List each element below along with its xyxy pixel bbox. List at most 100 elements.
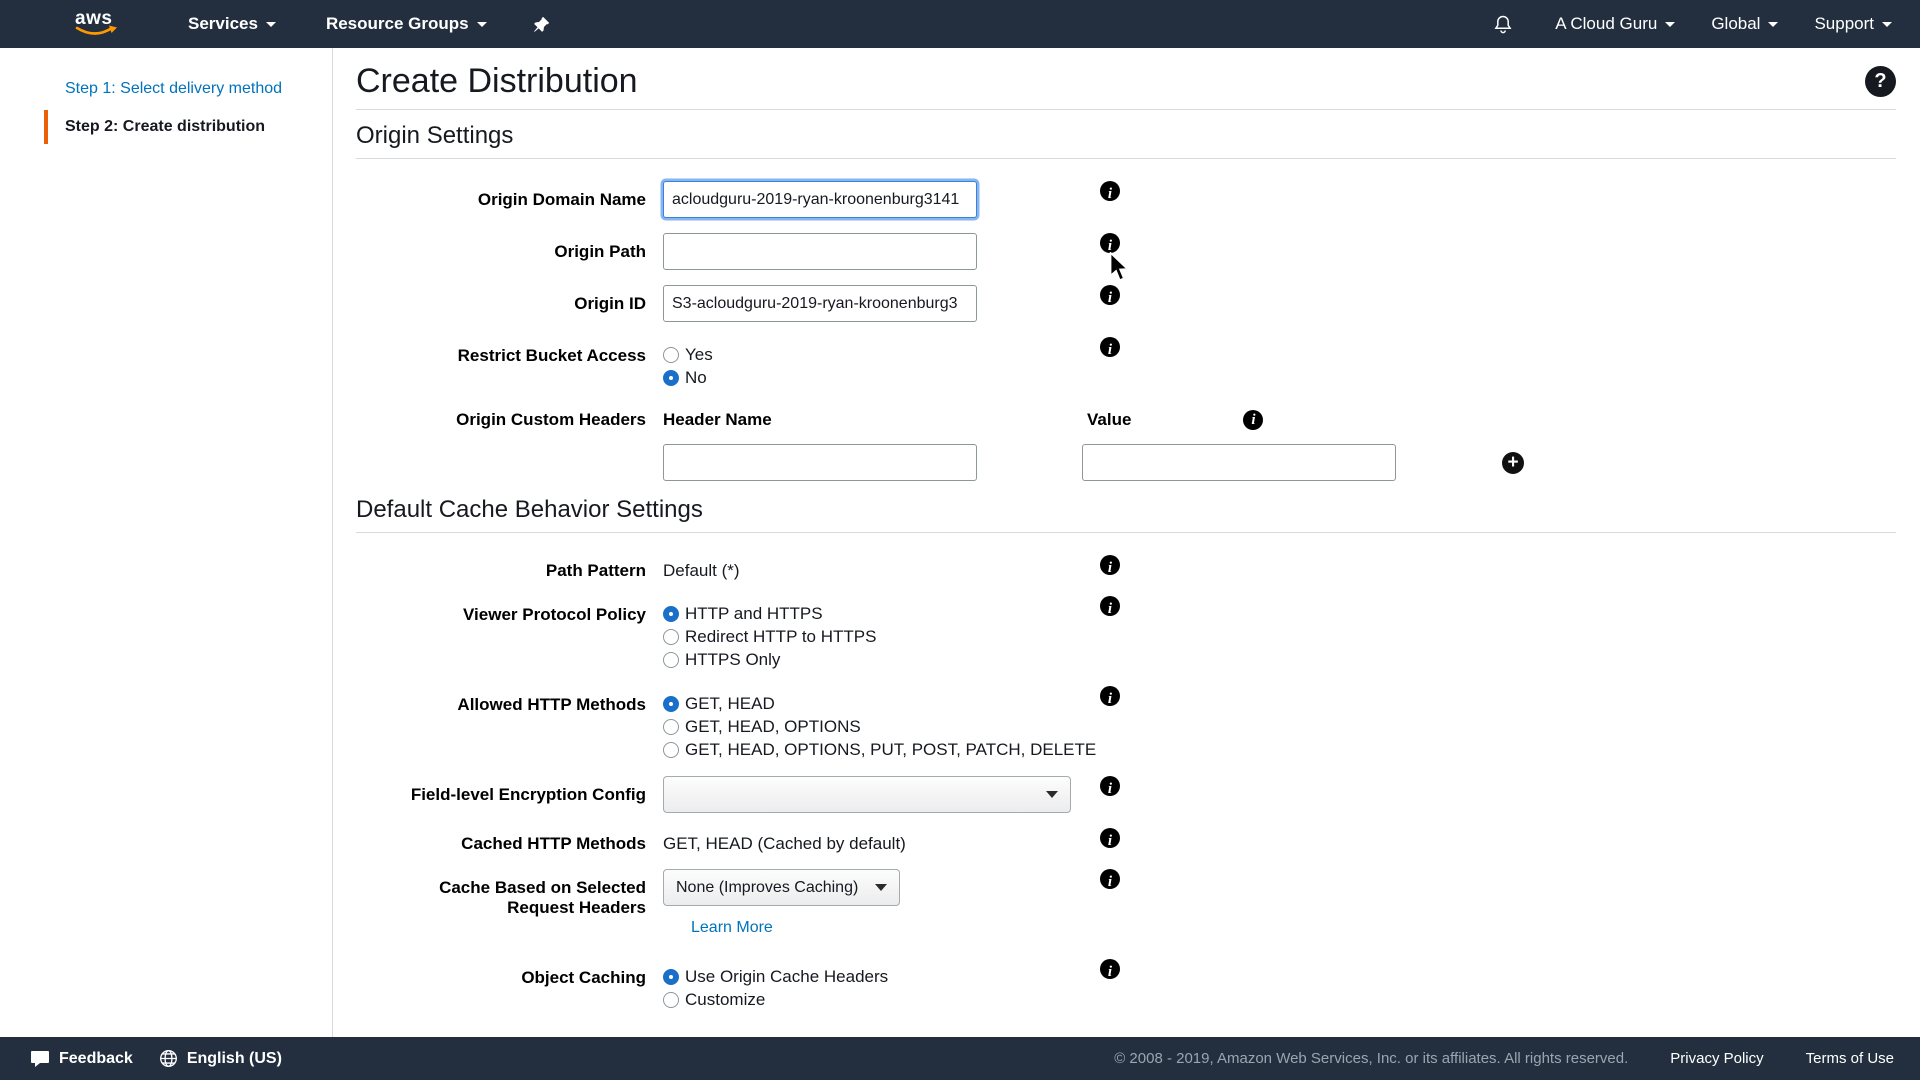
info-icon[interactable]: i: [1100, 959, 1120, 979]
viewer-policy-http-https-option[interactable]: HTTP and HTTPS: [663, 602, 1100, 625]
info-icon[interactable]: i: [1100, 828, 1120, 848]
object-caching-customize-option[interactable]: Customize: [663, 988, 1100, 1011]
restrict-bucket-access-row: Restrict Bucket Access Yes No i: [356, 337, 1896, 389]
origin-id-input[interactable]: [663, 285, 977, 322]
globe-icon: [159, 1049, 178, 1068]
info-icon[interactable]: i: [1100, 233, 1120, 253]
main-content: Create Distribution ? Origin Settings Or…: [334, 48, 1920, 1037]
nav-account-label: A Cloud Guru: [1555, 14, 1657, 34]
radio-label: Yes: [685, 345, 713, 365]
field-level-encryption-label: Field-level Encryption Config: [356, 776, 646, 805]
divider: [356, 532, 1896, 533]
chevron-down-icon: [1046, 791, 1058, 798]
info-icon[interactable]: i: [1100, 337, 1120, 357]
allowed-http-methods-row: Allowed HTTP Methods GET, HEAD GET, HEAD…: [356, 686, 1896, 761]
info-icon[interactable]: i: [1100, 686, 1120, 706]
radio-label: HTTP and HTTPS: [685, 604, 823, 624]
viewer-protocol-policy-label: Viewer Protocol Policy: [356, 596, 646, 625]
info-icon[interactable]: i: [1100, 776, 1120, 796]
nav-region-menu[interactable]: Global: [1711, 14, 1778, 34]
aws-logo[interactable]: aws: [72, 6, 124, 42]
cache-based-headers-label: Cache Based on Selected Request Headers: [356, 869, 646, 918]
origin-custom-headers-row: Origin Custom Headers Header Name Value …: [356, 404, 1896, 481]
cached-http-methods-row: Cached HTTP Methods GET, HEAD (Cached by…: [356, 828, 1896, 854]
chevron-down-icon: [1882, 22, 1892, 27]
pin-icon[interactable]: [533, 16, 550, 33]
select-value: None (Improves Caching): [676, 879, 858, 897]
field-level-encryption-row: Field-level Encryption Config i: [356, 776, 1896, 813]
restrict-yes-option[interactable]: Yes: [663, 343, 1100, 366]
viewer-policy-redirect-option[interactable]: Redirect HTTP to HTTPS: [663, 625, 1100, 648]
nav-services-label: Services: [188, 14, 258, 34]
origin-path-input[interactable]: [663, 233, 977, 270]
origin-path-label: Origin Path: [356, 233, 646, 262]
feedback-button[interactable]: Feedback: [30, 1050, 133, 1068]
divider: [356, 109, 1896, 110]
learn-more-link[interactable]: Learn More: [691, 919, 773, 937]
nav-account-menu[interactable]: A Cloud Guru: [1555, 14, 1675, 34]
cached-http-methods-label: Cached HTTP Methods: [356, 828, 646, 854]
chevron-down-icon: [477, 22, 487, 27]
radio-icon[interactable]: [663, 652, 679, 668]
nav-resource-groups[interactable]: Resource Groups: [326, 14, 487, 34]
radio-checked-icon[interactable]: [663, 370, 679, 386]
origin-domain-name-label: Origin Domain Name: [356, 181, 646, 210]
nav-services[interactable]: Services: [188, 14, 276, 34]
nav-support-menu[interactable]: Support: [1814, 14, 1892, 34]
console-footer: Feedback English (US) © 2008 - 2019, Ama…: [0, 1037, 1920, 1080]
origin-path-row: Origin Path i: [356, 233, 1896, 270]
path-pattern-value: Default (*): [663, 555, 1100, 581]
path-pattern-row: Path Pattern Default (*) i: [356, 555, 1896, 581]
top-navigation: aws Services Resource Groups A Cloud Gur…: [0, 0, 1920, 48]
radio-label: Use Origin Cache Headers: [685, 967, 888, 987]
chevron-down-icon: [875, 884, 887, 891]
privacy-policy-link[interactable]: Privacy Policy: [1670, 1050, 1763, 1067]
viewer-policy-https-only-option[interactable]: HTTPS Only: [663, 648, 1100, 671]
methods-get-head-option[interactable]: GET, HEAD: [663, 692, 1100, 715]
sidebar-step-1[interactable]: Step 1: Select delivery method: [44, 72, 332, 106]
origin-custom-headers-label: Origin Custom Headers: [356, 404, 646, 430]
header-name-column-label: Header Name: [663, 410, 1087, 430]
methods-all-option[interactable]: GET, HEAD, OPTIONS, PUT, POST, PATCH, DE…: [663, 738, 1100, 761]
nav-resource-groups-label: Resource Groups: [326, 14, 469, 34]
cache-based-headers-select[interactable]: None (Improves Caching): [663, 869, 900, 906]
radio-label: HTTPS Only: [685, 650, 780, 670]
notifications-bell-icon[interactable]: [1493, 14, 1513, 35]
info-icon[interactable]: i: [1100, 596, 1120, 616]
help-icon[interactable]: ?: [1865, 66, 1896, 97]
origin-id-row: Origin ID i: [356, 285, 1896, 322]
object-caching-row: Object Caching Use Origin Cache Headers …: [356, 959, 1896, 1011]
terms-of-use-link[interactable]: Terms of Use: [1806, 1050, 1894, 1067]
radio-icon[interactable]: [663, 629, 679, 645]
info-icon[interactable]: i: [1100, 555, 1120, 575]
radio-checked-icon[interactable]: [663, 606, 679, 622]
restrict-no-option[interactable]: No: [663, 366, 1100, 389]
header-value-input[interactable]: [1082, 444, 1396, 481]
add-header-button[interactable]: +: [1502, 452, 1524, 474]
field-level-encryption-select[interactable]: [663, 776, 1071, 813]
chevron-down-icon: [1768, 22, 1778, 27]
radio-icon[interactable]: [663, 347, 679, 363]
sidebar-step-2[interactable]: Step 2: Create distribution: [44, 110, 332, 144]
info-icon[interactable]: i: [1100, 285, 1120, 305]
radio-checked-icon[interactable]: [663, 969, 679, 985]
origin-domain-name-row: Origin Domain Name i: [356, 181, 1896, 218]
allowed-http-methods-label: Allowed HTTP Methods: [356, 686, 646, 715]
radio-label: No: [685, 368, 707, 388]
methods-get-head-options-option[interactable]: GET, HEAD, OPTIONS: [663, 715, 1100, 738]
origin-id-label: Origin ID: [356, 285, 646, 314]
info-icon[interactable]: i: [1100, 869, 1120, 889]
chevron-down-icon: [1665, 22, 1675, 27]
info-icon[interactable]: i: [1100, 181, 1120, 201]
info-icon[interactable]: i: [1243, 410, 1263, 430]
object-caching-origin-headers-option[interactable]: Use Origin Cache Headers: [663, 965, 1100, 988]
radio-icon[interactable]: [663, 719, 679, 735]
radio-icon[interactable]: [663, 992, 679, 1008]
radio-label: Customize: [685, 990, 765, 1010]
aws-smile-icon: [73, 25, 121, 40]
header-name-input[interactable]: [663, 444, 977, 481]
language-selector[interactable]: English (US): [159, 1049, 282, 1068]
origin-domain-name-input[interactable]: [663, 181, 977, 218]
radio-icon[interactable]: [663, 742, 679, 758]
radio-checked-icon[interactable]: [663, 696, 679, 712]
